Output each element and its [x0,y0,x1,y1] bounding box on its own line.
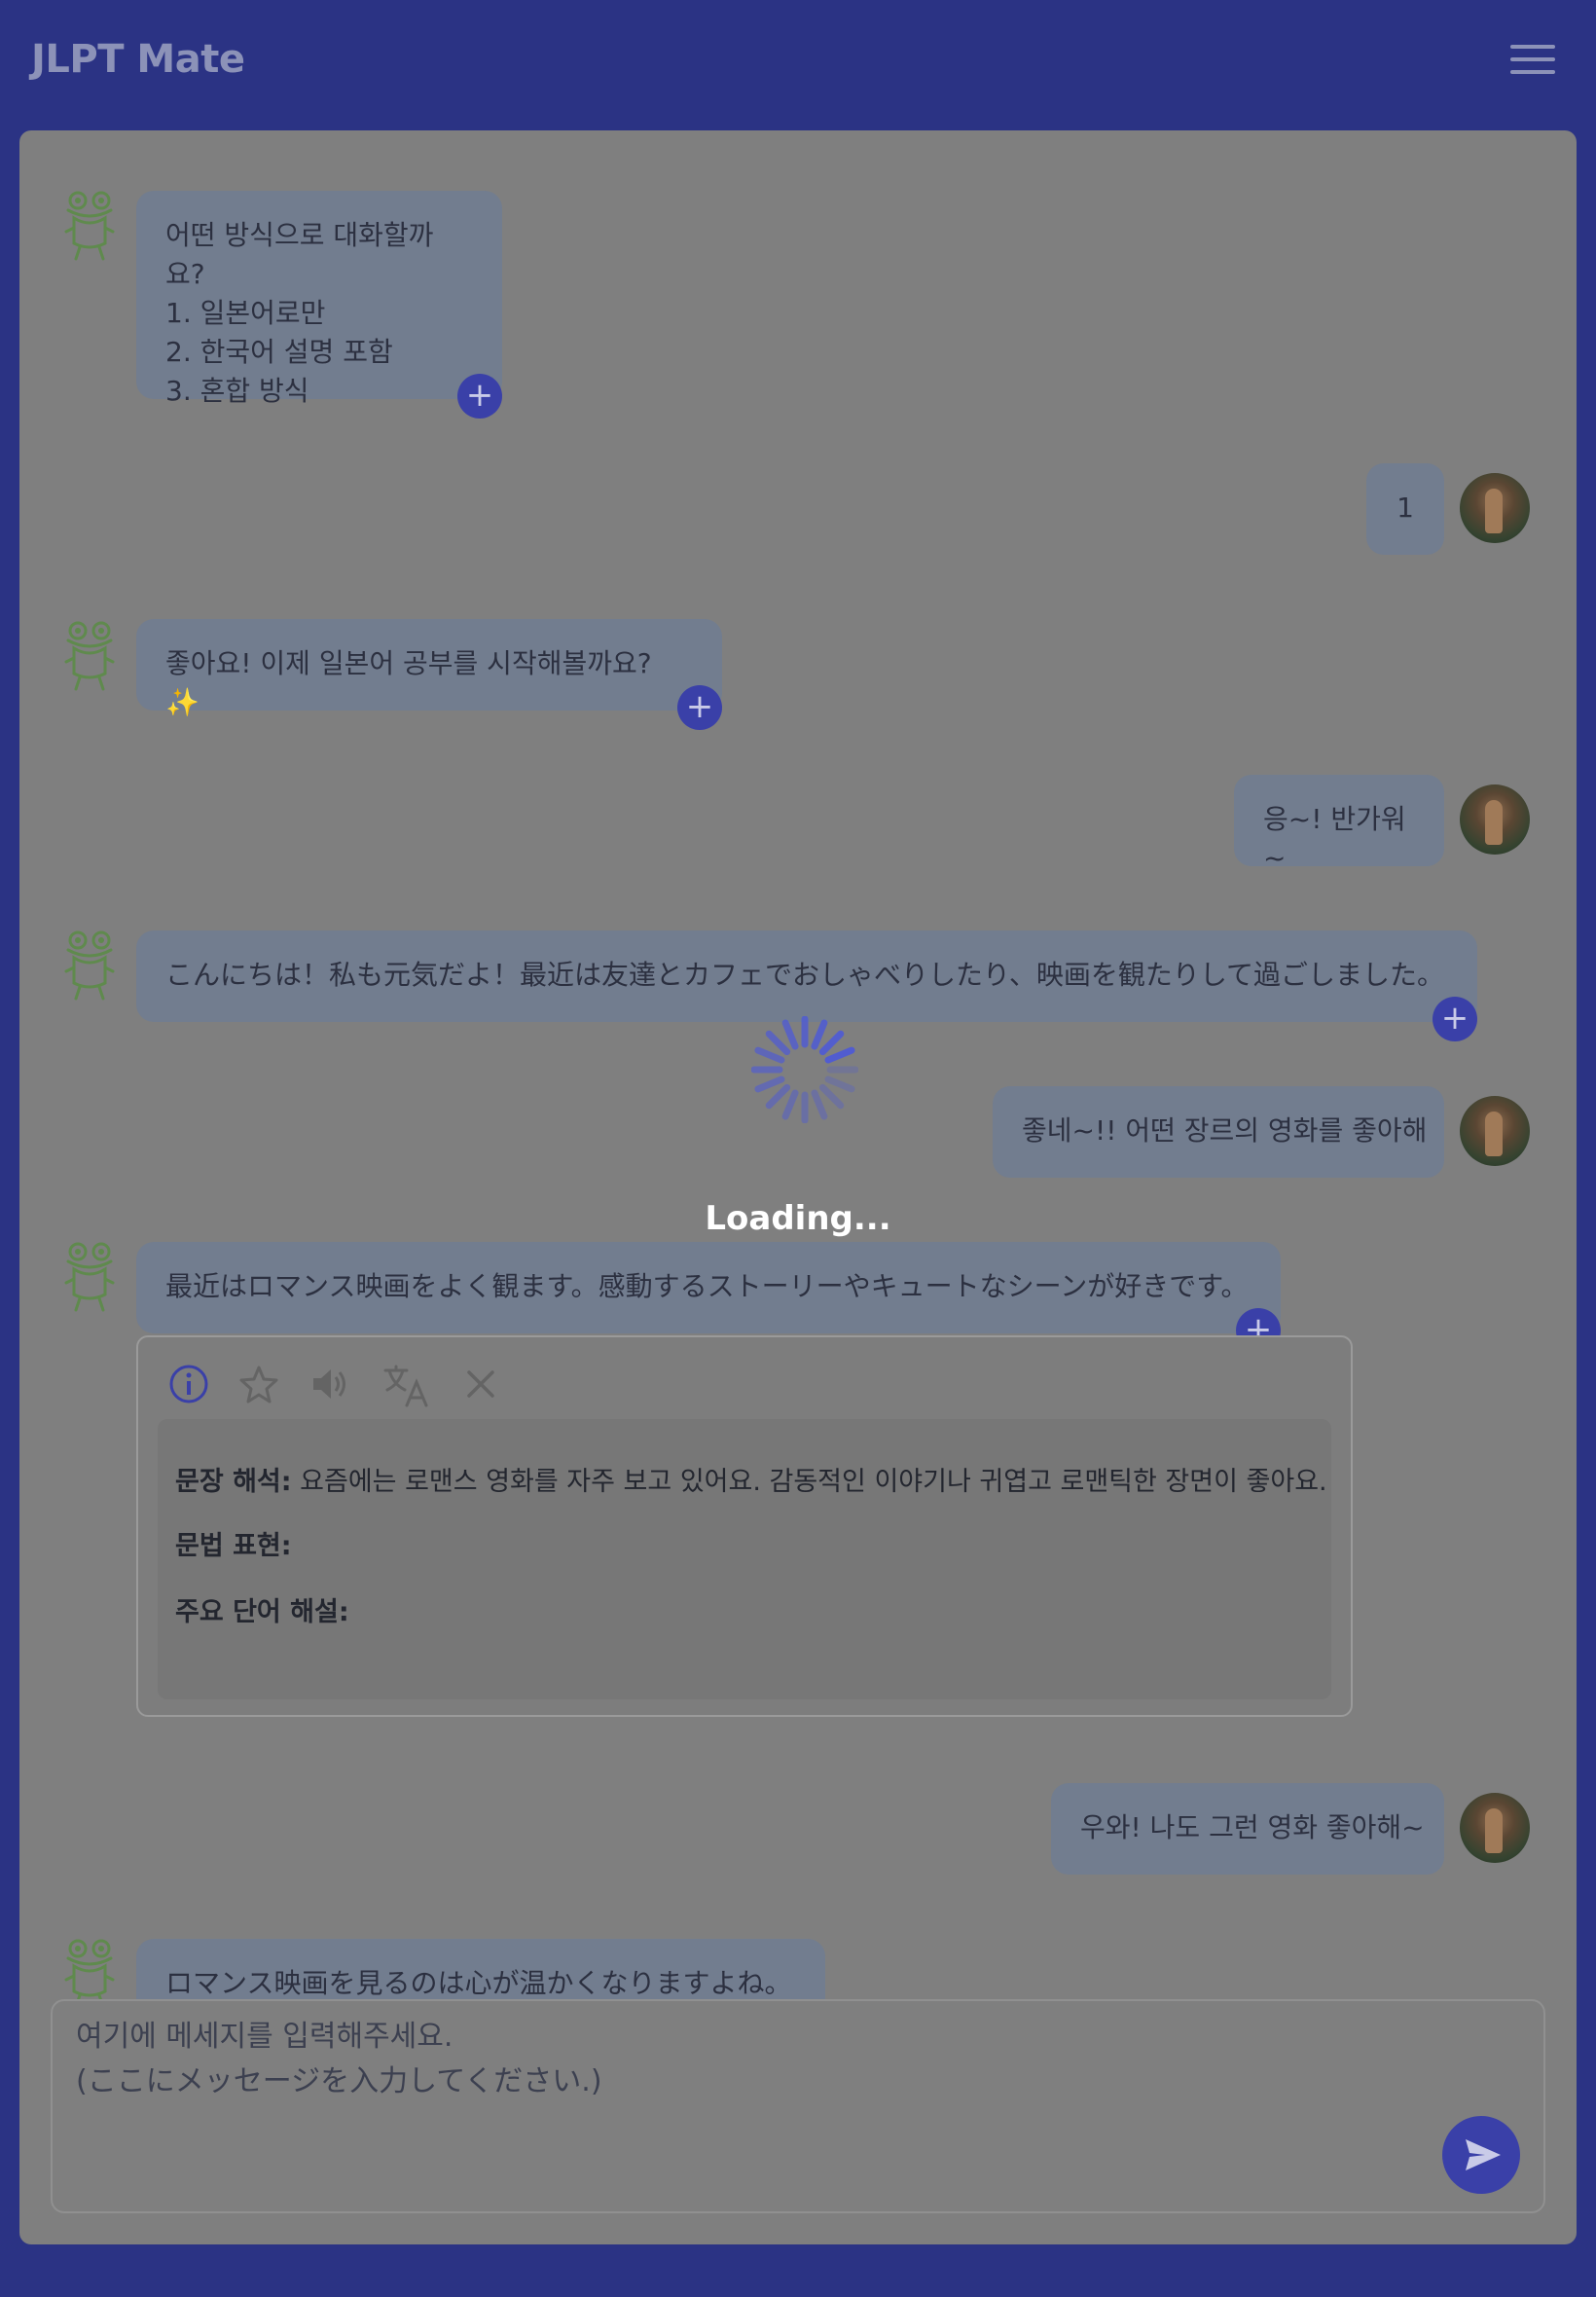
sentence-label: 문장 해석: [175,1467,292,1497]
user-message-bubble: 응~! 반가워~ [1234,775,1444,874]
bot-message-bubble: 最近はロマンス映画をよく観ます。感動するストーリーやキュートなシーンが好きです。 [136,1242,1281,1333]
user-avatar [1460,1793,1530,1863]
grammar-row: 문법 표현: [175,1524,292,1562]
send-button[interactable] [1442,2116,1520,2194]
message-plus-button[interactable]: + [677,685,722,730]
send-icon [1466,2139,1501,2170]
user-message-bubble: 좋네~!! 어떤 장르의 영화를 좋아해 [993,1086,1444,1178]
user-avatar [1460,784,1530,855]
input-placeholder: 여기에 메세지를 입력해주세요. (ここにメッセージを入力してください.) [76,2020,602,2098]
message-input[interactable]: 여기에 메세지를 입력해주세요. (ここにメッセージを入力してください.) [51,1999,1545,2213]
message-plus-button[interactable]: + [1433,997,1477,1041]
loading-text: Loading... [705,1199,891,1238]
sentence-translation-row: 문장 해석: 요즘에는 로맨스 영화를 자주 보고 있어요. 감동적인 이야기나… [175,1460,1327,1498]
bot-message-bubble: ロマンス映画を見るのは心が温かくなりますよね。 [136,1939,825,1999]
frog-bot-avatar-icon [56,1937,123,1999]
close-icon[interactable] [459,1363,506,1409]
bot-message-bubble: 어떤 방식으로 대화할까요? 1. 일본어로만 2. 한국어 설명 포함 3. … [136,191,502,407]
loading-spinner-icon [750,1015,859,1124]
translate-icon[interactable] [381,1363,428,1409]
app-title: JLPT Mate [31,37,245,82]
frog-bot-avatar-icon [56,929,123,1001]
message-plus-button[interactable]: + [457,374,502,419]
detail-content: 문장 해석: 요즘에는 로맨스 영화를 자주 보고 있어요. 감동적인 이야기나… [158,1419,1331,1699]
bot-message-bubble: こんにちは！私も元気だよ！最近は友達とカフェでおしゃべりしたり、映画を観たりして… [136,930,1477,1022]
frog-bot-avatar-icon [56,189,123,261]
bot-message-bubble: 좋아요! 이제 일본어 공부를 시작해볼까요? ✨ [136,619,722,718]
frog-bot-avatar-icon [56,1240,123,1312]
info-icon[interactable] [167,1363,214,1409]
user-avatar [1460,473,1530,543]
user-message-bubble: 우와! 나도 그런 영화 좋아해~ [1051,1783,1444,1875]
vocab-label: 주요 단어 해설: [175,1597,349,1627]
frog-bot-avatar-icon [56,619,123,691]
user-message-bubble: 1 [1366,463,1444,555]
grammar-label: 문법 표현: [175,1531,292,1561]
hamburger-menu-icon[interactable] [1510,43,1557,76]
chat-panel: 어떤 방식으로 대화할까요? 1. 일본어로만 2. 한국어 설명 포함 3. … [19,130,1577,2244]
star-icon[interactable] [237,1363,284,1409]
message-detail-panel: 문장 해석: 요즘에는 로맨스 영화를 자주 보고 있어요. 감동적인 이야기나… [136,1335,1353,1717]
app-header: JLPT Mate [0,0,1596,130]
vocabulary-row: 주요 단어 해설: [175,1590,349,1628]
user-avatar [1460,1096,1530,1166]
sentence-text: 요즘에는 로맨스 영화를 자주 보고 있어요. 감동적인 이야기나 귀엽고 로맨… [291,1467,1327,1497]
speaker-icon[interactable] [308,1363,354,1409]
